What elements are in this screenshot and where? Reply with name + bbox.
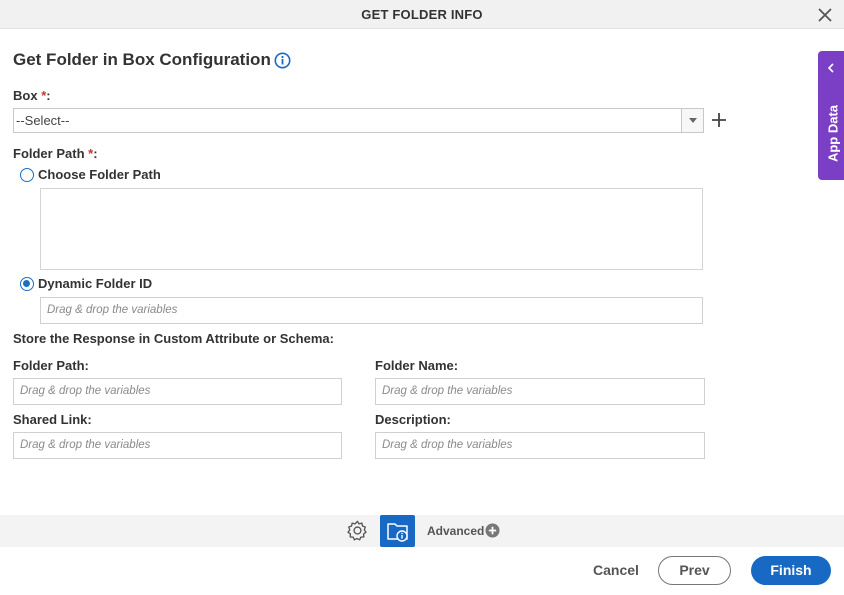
description-output-label: Description: [375, 412, 451, 427]
advanced-toggle[interactable]: Advanced [427, 524, 484, 538]
folder-name-output-input[interactable]: Drag & drop the variables [375, 378, 705, 405]
plus-icon[interactable] [710, 111, 728, 129]
radio-label-dynamic-folder-id[interactable]: Dynamic Folder ID [38, 276, 152, 291]
info-icon[interactable] [274, 52, 291, 69]
dynamic-folder-id-input[interactable]: Drag & drop the variables [40, 297, 703, 324]
folder-path-label: Folder Path *: [13, 146, 98, 161]
close-icon[interactable] [816, 6, 834, 24]
shared-link-output-input[interactable]: Drag & drop the variables [13, 432, 342, 459]
app-data-tab[interactable]: App Data [818, 51, 844, 180]
folder-path-label-text: Folder Path [13, 146, 85, 161]
radio-choose-folder-path[interactable] [20, 168, 34, 182]
finish-button[interactable]: Finish [751, 556, 831, 585]
store-response-heading: Store the Response in Custom Attribute o… [13, 331, 334, 346]
box-select[interactable]: --Select-- [13, 108, 704, 133]
chevron-left-icon [827, 63, 834, 73]
cancel-button[interactable]: Cancel [585, 556, 647, 584]
radio-label-choose-folder-path[interactable]: Choose Folder Path [38, 167, 161, 182]
app-data-label: App Data [825, 104, 841, 163]
folder-path-output-input[interactable]: Drag & drop the variables [13, 378, 342, 405]
gear-icon[interactable] [346, 519, 369, 542]
prev-button[interactable]: Prev [658, 556, 731, 585]
shared-link-output-label: Shared Link: [13, 412, 92, 427]
folder-tree-box[interactable] [40, 188, 703, 270]
folder-info-icon [387, 523, 408, 542]
bottom-toolbar [0, 515, 844, 547]
title-bar: GET FOLDER INFO [0, 0, 844, 29]
circle-plus-icon[interactable] [485, 523, 500, 538]
page-title: Get Folder in Box Configuration [13, 50, 271, 69]
folder-info-button[interactable] [380, 515, 415, 547]
folder-path-label-colon: : [93, 146, 98, 161]
box-label-colon: : [46, 88, 51, 103]
box-label-text: Box [13, 88, 38, 103]
dropdown-arrow-icon[interactable] [681, 109, 703, 132]
radio-dynamic-folder-id[interactable] [20, 277, 34, 291]
description-output-input[interactable]: Drag & drop the variables [375, 432, 705, 459]
window-title: GET FOLDER INFO [361, 7, 483, 22]
box-label: Box *: [13, 88, 51, 103]
folder-path-output-label: Folder Path: [13, 358, 89, 373]
box-select-value: --Select-- [16, 113, 70, 128]
folder-name-output-label: Folder Name: [375, 358, 459, 373]
